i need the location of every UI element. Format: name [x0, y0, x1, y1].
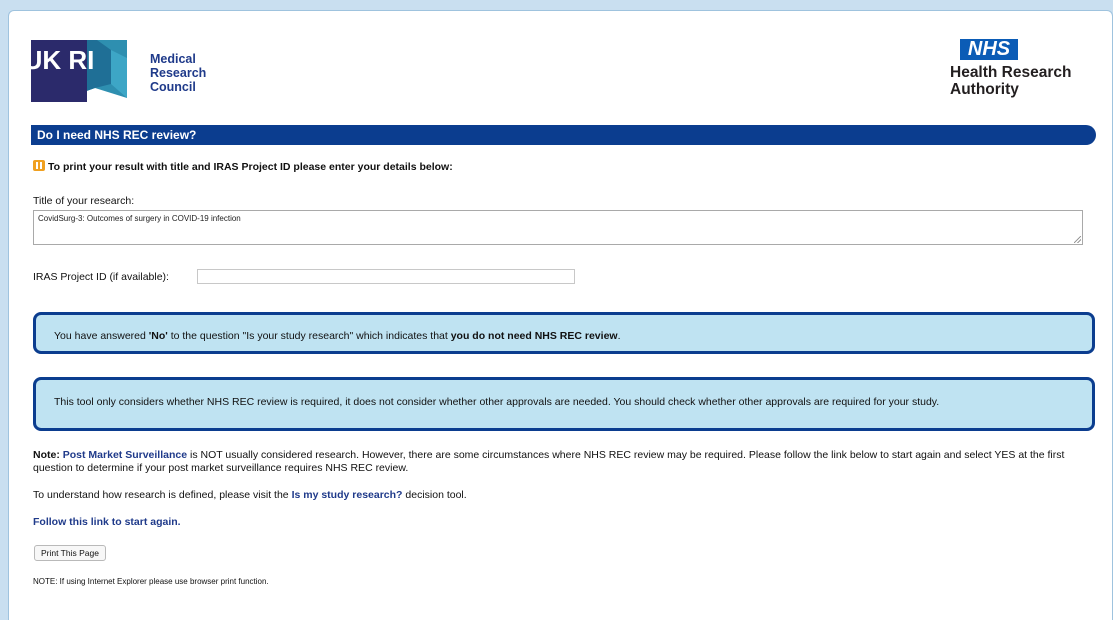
funder-line: Council — [150, 80, 196, 94]
research-title-value: CovidSurg-3: Outcomes of surgery in COVI… — [38, 214, 241, 223]
disclaimer-callout: This tool only considers whether NHS REC… — [33, 377, 1095, 431]
ie-print-note: NOTE: If using Internet Explorer please … — [33, 577, 269, 586]
disclaimer-text: This tool only considers whether NHS REC… — [54, 396, 940, 408]
is-my-study-research-link[interactable]: Is my study research? — [292, 489, 403, 501]
ukri-uk-text: UK RI — [31, 45, 94, 75]
print-page-button[interactable]: Print This Page — [34, 545, 106, 561]
research-definition-line: To understand how research is defined, p… — [33, 489, 467, 501]
title-label: Title of your research: — [33, 195, 135, 207]
result-text: . — [617, 330, 621, 342]
result-text: to the question "Is your study research"… — [167, 330, 451, 342]
iras-label: IRAS Project ID (if available): — [33, 271, 169, 283]
funder-line: Research — [150, 66, 207, 80]
research-title-textarea[interactable]: CovidSurg-3: Outcomes of surgery in COVI… — [33, 210, 1083, 245]
result-text: You have answered — [54, 330, 149, 342]
start-again-link[interactable]: Follow this link to start again. — [33, 516, 181, 528]
define-text: To understand how research is defined, p… — [33, 489, 292, 501]
hra-line: Authority — [950, 81, 1019, 98]
result-answer: 'No' — [148, 330, 168, 342]
funder-name: Medical Research Council — [150, 52, 206, 94]
page-title: Do I need NHS REC review? — [31, 125, 1096, 145]
funder-line: Medical — [150, 52, 196, 66]
hra-name: Health Research Authority — [950, 64, 1071, 98]
hra-line: Health Research — [950, 64, 1072, 81]
nhs-logo: NHS — [960, 39, 1018, 60]
info-icon — [33, 160, 45, 171]
resize-grip-icon[interactable] — [1074, 236, 1081, 243]
result-conclusion: you do not need NHS REC review — [450, 330, 618, 342]
result-callout: You have answered 'No' to the question "… — [33, 312, 1095, 354]
ukri-logo: UK RI — [24, 40, 143, 107]
pms-note: Note: Post Market Surveillance is NOT us… — [33, 449, 1098, 474]
print-instructions: To print your result with title and IRAS… — [33, 160, 453, 173]
iras-project-id-input[interactable] — [197, 269, 575, 284]
note-text: is NOT usually considered research. Howe… — [33, 449, 1065, 474]
print-instructions-text: To print your result with title and IRAS… — [48, 161, 453, 173]
note-label: Note: — [33, 449, 60, 461]
post-market-surveillance-link[interactable]: Post Market Surveillance — [63, 449, 187, 461]
define-text: decision tool. — [402, 489, 467, 501]
